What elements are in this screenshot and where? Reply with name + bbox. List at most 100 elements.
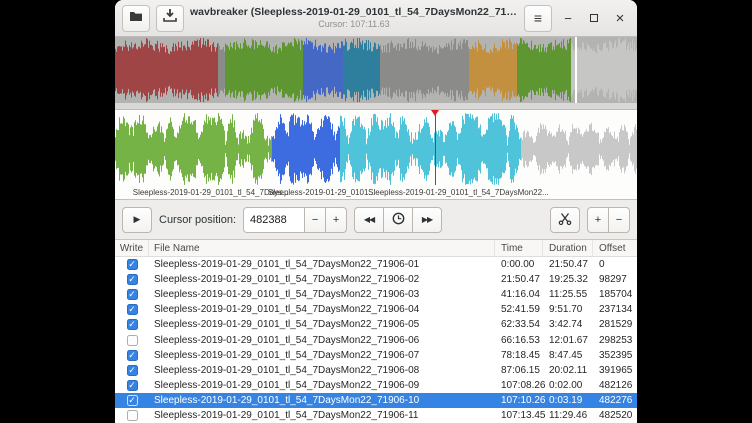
cursor-position-input[interactable]: 482388: [243, 207, 305, 233]
close-icon: ×: [616, 10, 625, 27]
file-name-cell: Sleepless-2019-01-29_0101_tl_54_7DaysMon…: [149, 319, 495, 330]
file-name-cell: Sleepless-2019-01-29_0101_tl_54_7DaysMon…: [149, 380, 495, 391]
file-name-cell: Sleepless-2019-01-29_0101_tl_54_7DaysMon…: [149, 259, 495, 270]
offset-cell: 237134: [593, 304, 637, 315]
time-cell: 0:00.00: [495, 259, 543, 270]
minimize-button[interactable]: −: [558, 8, 578, 28]
write-checkbox[interactable]: ✓: [127, 365, 138, 376]
header-file-name[interactable]: File Name: [149, 240, 495, 256]
cut-track-button[interactable]: [550, 207, 580, 233]
cursor-marker-icon[interactable]: [431, 110, 439, 116]
write-checkbox[interactable]: [127, 410, 138, 421]
seek-backward-icon: ◀◀: [364, 215, 374, 224]
cursor-position-label: Cursor position:: [159, 214, 236, 226]
table-row[interactable]: ✓Sleepless-2019-01-29_0101_tl_54_7DaysMo…: [115, 287, 637, 302]
minimize-icon: −: [564, 11, 572, 26]
time-cell: 52:41.59: [495, 304, 543, 315]
offset-cell: 98297: [593, 274, 637, 285]
table-row[interactable]: ✓ Sleepless-2019-01-29_0101_tl_54_7DaysMo…: [115, 317, 637, 332]
close-button[interactable]: ×: [610, 8, 630, 28]
toolbar: ▶ Cursor position: 482388 − + ◀◀: [115, 200, 637, 240]
file-name-cell: Sleepless-2019-01-29_0101_tl_54_7DaysMon…: [149, 350, 495, 361]
offset-cell: 482276: [593, 395, 637, 406]
time-cell: 87:06.15: [495, 365, 543, 376]
duration-cell: 11:25.55: [543, 289, 593, 300]
time-cell: 41:16.04: [495, 289, 543, 300]
file-name-cell: Sleepless-2019-01-29_0101_tl_54_7DaysMon…: [149, 395, 495, 406]
duration-cell: 9:51.70: [543, 304, 593, 315]
overview-waveform[interactable]: [115, 37, 637, 103]
add-break-button[interactable]: +: [587, 207, 609, 233]
seek-backward-button[interactable]: ◀◀: [354, 207, 384, 233]
file-name-cell: Sleepless-2019-01-29_0101_tl_54_7DaysMon…: [149, 365, 495, 376]
offset-cell: 391965: [593, 365, 637, 376]
overview-playhead[interactable]: [575, 37, 577, 103]
duration-cell: 0:02.00: [543, 380, 593, 391]
header-duration[interactable]: Duration: [543, 240, 593, 256]
write-checkbox[interactable]: [127, 335, 138, 346]
play-button[interactable]: ▶: [122, 207, 152, 233]
time-cell: 62:33.54: [495, 319, 543, 330]
table-row[interactable]: ✓ Sleepless-2019-01-29_0101_tl_54_7DaysMo…: [115, 272, 637, 287]
table-row[interactable]: ✓ Sleepless-2019-01-29_0101_tl_54_7DaysMo…: [115, 363, 637, 378]
seek-forward-button[interactable]: ▶▶: [412, 207, 442, 233]
file-name-cell: Sleepless-2019-01-29_0101_tl_54_7DaysMon…: [149, 274, 495, 285]
file-name-cell: Sleepless-2019-01-29_0101_tl_54_7DaysMon…: [149, 410, 495, 421]
header-write[interactable]: Write: [115, 240, 149, 256]
table-row[interactable]: ✓Sleepless-2019-01-29_0101_tl_54_7DaysMo…: [115, 302, 637, 317]
write-checkbox[interactable]: ✓: [127, 350, 138, 361]
menu-button[interactable]: ≡: [524, 5, 552, 32]
time-cell: 107:13.45: [495, 410, 543, 421]
jump-to-time-button[interactable]: [383, 207, 413, 233]
write-checkbox[interactable]: ✓: [127, 289, 138, 300]
offset-cell: 482126: [593, 380, 637, 391]
hamburger-menu-icon: ≡: [534, 10, 542, 26]
write-checkbox[interactable]: ✓: [127, 395, 138, 406]
offset-cell: 298253: [593, 335, 637, 346]
maximize-button[interactable]: [584, 8, 604, 28]
cursor-status: Cursor: 107:11.63: [190, 19, 518, 30]
write-checkbox[interactable]: ✓: [127, 259, 138, 270]
duration-cell: 21:50.47: [543, 259, 593, 270]
duration-cell: 20:02.11: [543, 365, 593, 376]
time-cell: 66:16.53: [495, 335, 543, 346]
wavbreaker-window: wavbreaker (Sleepless-2019-01-29_0101_tl…: [115, 0, 637, 423]
seek-forward-icon: ▶▶: [422, 215, 432, 224]
table-row[interactable]: Sleepless-2019-01-29_0101_tl_54_7DaysMon…: [115, 332, 637, 347]
track-table-body: ✓ Sleepless-2019-01-29_0101_tl_54_7DaysMo…: [115, 257, 637, 423]
table-row[interactable]: ✓ Sleepless-2019-01-29_0101_tl_54_7DaysMo…: [115, 393, 637, 408]
titlebar: wavbreaker (Sleepless-2019-01-29_0101_tl…: [115, 0, 637, 37]
play-icon: ▶: [134, 214, 141, 225]
write-checkbox[interactable]: ✓: [127, 274, 138, 285]
titlebar-center: wavbreaker (Sleepless-2019-01-29_0101_tl…: [190, 6, 518, 29]
cursor-decrement-button[interactable]: −: [304, 207, 326, 233]
open-file-button[interactable]: [122, 5, 150, 32]
write-checkbox[interactable]: ✓: [127, 380, 138, 391]
cursor-line: [435, 110, 436, 185]
table-row[interactable]: Sleepless-2019-01-29_0101_tl_54_7DaysMon…: [115, 408, 637, 423]
table-row[interactable]: ✓ Sleepless-2019-01-29_0101_tl_54_7DaysMo…: [115, 378, 637, 393]
time-cell: 107:08.26: [495, 380, 543, 391]
track-label: Sleepless-2019-01-29_0101_tl_54_7DaysMon…: [368, 188, 549, 197]
remove-break-button[interactable]: −: [608, 207, 630, 233]
time-cell: 21:50.47: [495, 274, 543, 285]
header-offset[interactable]: Offset: [593, 240, 637, 256]
track-label: Sleepless-2019-01-29_0101_tl_54_7Days...: [133, 188, 289, 197]
waveform-separator: [115, 103, 637, 110]
table-row[interactable]: ✓ Sleepless-2019-01-29_0101_tl_54_7DaysMo…: [115, 257, 637, 272]
header-time[interactable]: Time: [495, 240, 543, 256]
time-cell: 78:18.45: [495, 350, 543, 361]
detail-waveform[interactable]: Sleepless-2019-01-29_0101_tl_54_7Days...…: [115, 110, 637, 200]
write-checkbox[interactable]: ✓: [127, 319, 138, 330]
table-row[interactable]: ✓ Sleepless-2019-01-29_0101_tl_54_7DaysMo…: [115, 348, 637, 363]
duration-cell: 8:47.45: [543, 350, 593, 361]
table-header: Write File Name Time Duration Offset: [115, 240, 637, 257]
write-checkbox[interactable]: ✓: [127, 304, 138, 315]
track-label: Sleepless-2019-01-29_0101...: [268, 188, 375, 197]
offset-cell: 185704: [593, 289, 637, 300]
scissors-icon: [558, 212, 572, 228]
duration-cell: 3:42.74: [543, 319, 593, 330]
duration-cell: 19:25.32: [543, 274, 593, 285]
save-button[interactable]: [156, 5, 184, 32]
cursor-increment-button[interactable]: +: [325, 207, 347, 233]
